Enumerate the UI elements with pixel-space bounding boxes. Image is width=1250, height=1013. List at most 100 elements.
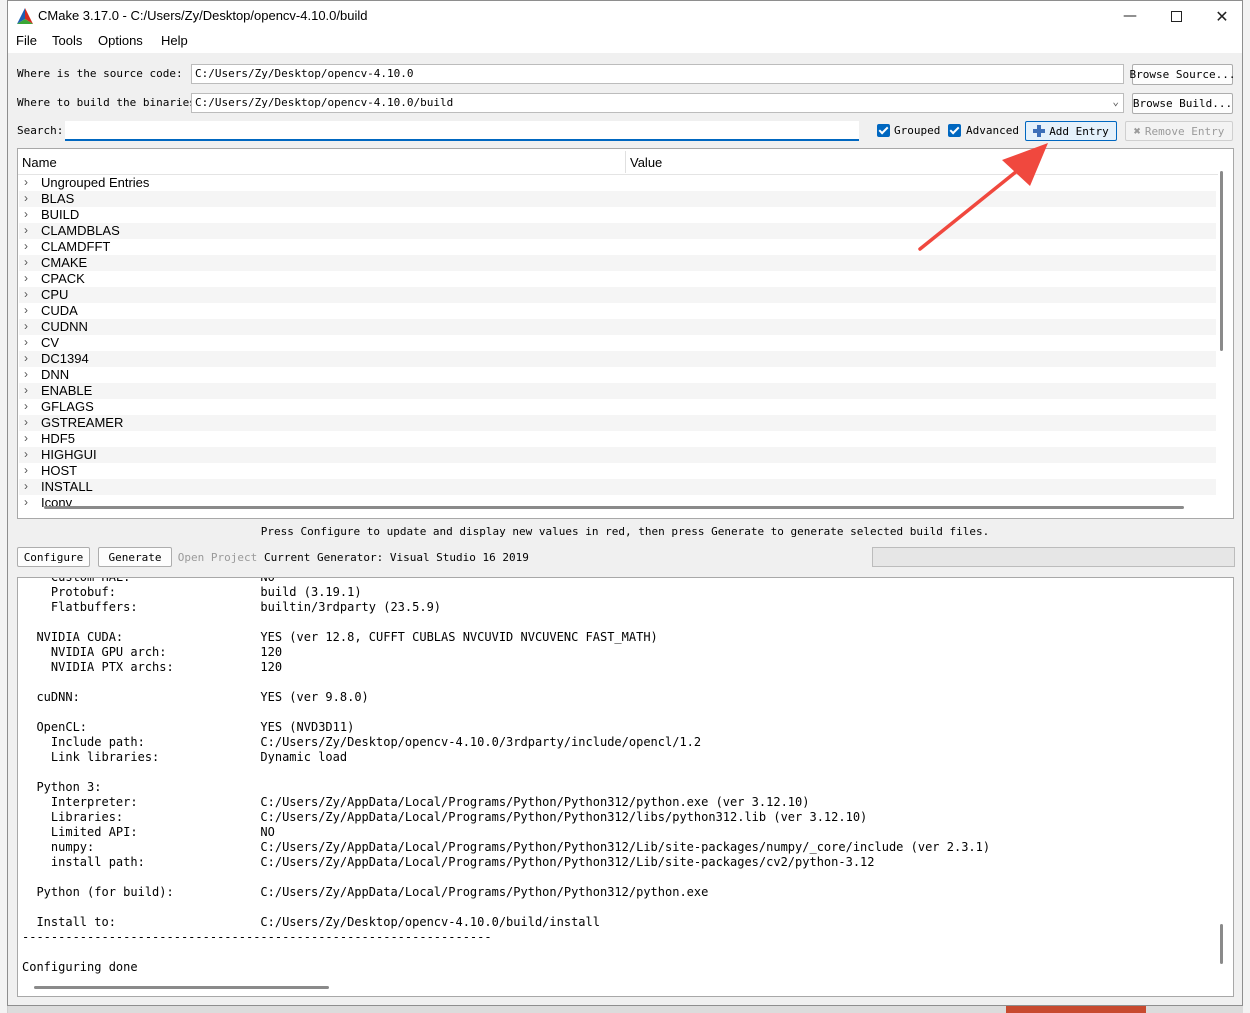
tree-row[interactable]: › CPU <box>19 287 1216 303</box>
chevron-right-icon[interactable]: › <box>24 191 28 205</box>
tree-row[interactable]: › CMAKE <box>19 255 1216 271</box>
cache-entries-tree[interactable]: Name Value › Ungrouped Entries › BLAS › BUILD… <box>17 148 1234 519</box>
menu-options[interactable]: Options <box>98 33 143 48</box>
tree-vertical-scrollbar[interactable] <box>1220 171 1223 351</box>
tree-row-label: CLAMDFFT <box>41 239 111 254</box>
tree-row-label: BLAS <box>41 191 75 206</box>
advanced-checkbox[interactable] <box>948 124 961 137</box>
configure-button[interactable]: Configure <box>17 547 90 567</box>
chevron-right-icon[interactable]: › <box>24 239 28 253</box>
tree-row-label: CLAMDBLAS <box>41 223 120 238</box>
background-window-edge-right <box>1243 0 1250 1013</box>
menu-file[interactable]: File <box>16 33 37 48</box>
output-horizontal-scrollbar[interactable] <box>34 986 329 989</box>
menu-help[interactable]: Help <box>161 33 188 48</box>
chevron-right-icon[interactable]: › <box>24 415 28 429</box>
binaries-path-value: C:/Users/Zy/Desktop/opencv-4.10.0/build <box>195 96 454 109</box>
chevron-right-icon[interactable]: › <box>24 463 28 477</box>
tree-row[interactable]: › CLAMDBLAS <box>19 223 1216 239</box>
grouped-label: Grouped <box>894 124 941 137</box>
column-name-header[interactable]: Name <box>22 155 57 170</box>
search-label: Search: <box>17 124 64 137</box>
menu-tools[interactable]: Tools <box>52 33 82 48</box>
tree-row[interactable]: › BLAS <box>19 191 1216 207</box>
tree-row[interactable]: › CPACK <box>19 271 1216 287</box>
remove-entry-button[interactable]: ✖ Remove Entry <box>1125 121 1233 141</box>
source-path-field[interactable]: C:/Users/Zy/Desktop/opencv-4.10.0 <box>191 64 1124 84</box>
chevron-right-icon[interactable]: › <box>24 255 28 269</box>
chevron-right-icon[interactable]: › <box>24 207 28 221</box>
tree-row[interactable]: › DNN <box>19 367 1216 383</box>
tree-row-label: ENABLE <box>41 383 93 398</box>
tree-row-label: CMAKE <box>41 255 88 270</box>
title-bar: CMake 3.17.0 - C:/Users/Zy/Desktop/openc… <box>8 1 1242 31</box>
chevron-right-icon[interactable]: › <box>24 399 28 413</box>
tree-row[interactable]: › CV <box>19 335 1216 351</box>
chevron-right-icon[interactable]: › <box>24 431 28 445</box>
tree-horizontal-scrollbar[interactable] <box>44 506 1184 509</box>
tree-row-label: CUDNN <box>41 319 88 334</box>
browse-source-button[interactable]: Browse Source... <box>1130 64 1235 85</box>
chevron-down-icon[interactable]: ⌄ <box>1112 95 1119 108</box>
tree-row[interactable]: › GFLAGS <box>19 399 1216 415</box>
chevron-right-icon[interactable]: › <box>24 351 28 365</box>
browse-build-button[interactable]: Browse Build... <box>1132 93 1233 114</box>
tree-row[interactable]: › Ungrouped Entries <box>19 175 1216 191</box>
tree-row-label: CPACK <box>41 271 85 286</box>
search-input[interactable] <box>65 121 859 141</box>
open-project-button[interactable]: Open Project <box>178 547 257 567</box>
chevron-right-icon[interactable]: › <box>24 223 28 237</box>
output-log[interactable]: Custom HAL: NO Protobuf: build (3.19.1) … <box>17 577 1234 997</box>
chevron-right-icon[interactable]: › <box>24 271 28 285</box>
tree-header: Name Value <box>18 149 1218 175</box>
add-entry-label: Add Entry <box>1049 124 1109 138</box>
progress-bar <box>872 547 1235 567</box>
chevron-right-icon[interactable]: › <box>24 383 28 397</box>
tree-row-label: HOST <box>41 463 78 478</box>
output-vertical-scrollbar[interactable] <box>1220 924 1223 964</box>
close-icon[interactable]: ✕ <box>1199 1 1242 31</box>
generate-button[interactable]: Generate <box>98 547 172 567</box>
remove-entry-label: Remove Entry <box>1144 124 1225 138</box>
tree-row[interactable]: › CUDA <box>19 303 1216 319</box>
chevron-right-icon[interactable]: › <box>24 495 28 509</box>
remove-x-icon: ✖ <box>1133 124 1141 138</box>
tree-row-label: BUILD <box>41 207 80 222</box>
tree-row[interactable]: › HIGHGUI <box>19 447 1216 463</box>
chevron-right-icon[interactable]: › <box>24 335 28 349</box>
tree-row[interactable]: › BUILD <box>19 207 1216 223</box>
chevron-right-icon[interactable]: › <box>24 479 28 493</box>
chevron-right-icon[interactable]: › <box>24 319 28 333</box>
plus-icon <box>1033 125 1046 137</box>
chevron-right-icon[interactable]: › <box>24 287 28 301</box>
chevron-right-icon[interactable]: › <box>24 367 28 381</box>
tree-row[interactable]: › CLAMDFFT <box>19 239 1216 255</box>
minimize-icon[interactable]: — <box>1107 1 1153 31</box>
add-entry-button[interactable]: Add Entry <box>1025 121 1117 141</box>
tree-row-label: INSTALL <box>41 479 93 494</box>
tree-row[interactable]: › ENABLE <box>19 383 1216 399</box>
column-value-header[interactable]: Value <box>630 155 662 170</box>
tree-row-label: GFLAGS <box>41 399 94 414</box>
tree-row-label: GSTREAMER <box>41 415 124 430</box>
status-message: Press Configure to update and display ne… <box>260 525 990 538</box>
grouped-checkbox[interactable] <box>877 124 890 137</box>
tree-row-label: HIGHGUI <box>41 447 97 462</box>
tree-row[interactable]: › DC1394 <box>19 351 1216 367</box>
chevron-right-icon[interactable]: › <box>24 303 28 317</box>
tree-row-label: CPU <box>41 287 69 302</box>
menu-bar: File Tools Options Help <box>8 31 1242 53</box>
binaries-label: Where to build the binaries: <box>17 96 203 109</box>
maximize-icon[interactable] <box>1153 1 1199 31</box>
tree-row[interactable]: › HOST <box>19 463 1216 479</box>
output-text: Custom HAL: NO Protobuf: build (3.19.1) … <box>22 577 991 974</box>
chevron-right-icon[interactable]: › <box>24 447 28 461</box>
binaries-path-combo[interactable]: C:/Users/Zy/Desktop/opencv-4.10.0/build … <box>191 93 1124 113</box>
chevron-right-icon[interactable]: › <box>24 175 28 189</box>
current-generator-label: Current Generator: Visual Studio 16 2019 <box>264 551 529 564</box>
tree-row[interactable]: › GSTREAMER <box>19 415 1216 431</box>
tree-row[interactable]: › INSTALL <box>19 479 1216 495</box>
tree-row[interactable]: › HDF5 <box>19 431 1216 447</box>
tree-row[interactable]: › CUDNN <box>19 319 1216 335</box>
tree-row-label: DC1394 <box>41 351 89 366</box>
